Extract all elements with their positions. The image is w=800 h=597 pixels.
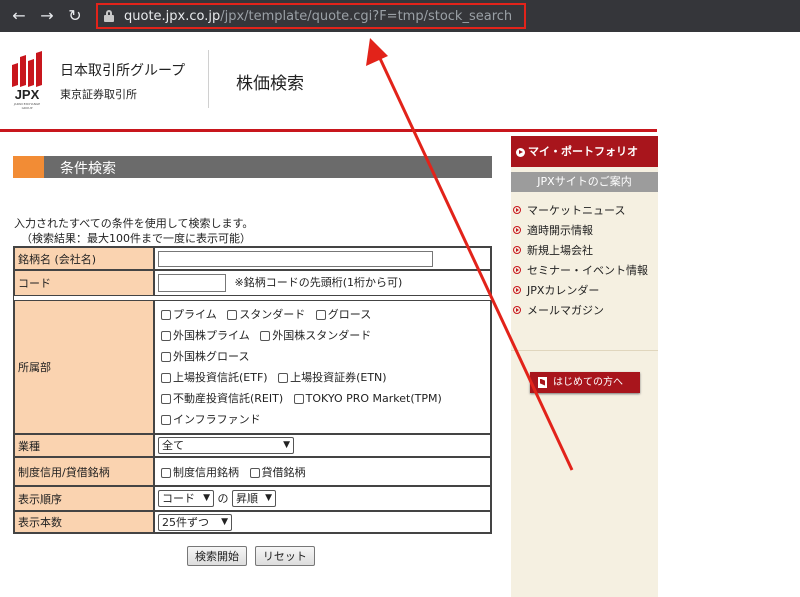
- market-option[interactable]: グロース: [315, 308, 371, 321]
- checkbox[interactable]: [161, 331, 171, 341]
- sidebar-link[interactable]: 新規上場会社: [513, 242, 653, 259]
- market-option[interactable]: 不動産投資信託(REIT): [161, 392, 283, 405]
- chevron-down-icon: ▼: [221, 516, 228, 527]
- market-option[interactable]: 外国株グロース: [161, 350, 249, 363]
- section-header: 条件検索: [13, 156, 492, 178]
- section-header-accent: [13, 156, 44, 178]
- checkbox[interactable]: [260, 331, 271, 341]
- beginner-button[interactable]: はじめての方へ: [530, 372, 640, 393]
- play-circle-icon: [516, 147, 525, 157]
- code-label: コード: [14, 270, 154, 296]
- checkbox[interactable]: [293, 394, 304, 404]
- checkbox[interactable]: [278, 373, 289, 383]
- market-option[interactable]: 上場投資信託(ETF): [161, 371, 268, 384]
- intro-text: 入力されたすべての条件を使用して検索します。: [14, 217, 254, 230]
- header-divider: [208, 50, 209, 108]
- sidebar-guide-heading: JPXサイトのご案内: [511, 172, 658, 192]
- reset-button[interactable]: リセット: [254, 546, 315, 566]
- reload-icon[interactable]: ↻: [64, 5, 86, 27]
- arrow-bullet-icon: [513, 266, 521, 274]
- market-option[interactable]: 外国株スタンダード: [260, 329, 371, 342]
- chevron-down-icon: ▼: [265, 493, 272, 504]
- company-sub: 東京証券取引所: [60, 88, 137, 101]
- intro-note: （検索結果：最大100件まで一度に表示可能）: [21, 232, 251, 245]
- portfolio-button[interactable]: マイ・ポートフォリオTOP: [511, 136, 658, 189]
- header-rule: [0, 129, 657, 132]
- chevron-down-icon: ▼: [203, 493, 210, 504]
- market-option[interactable]: インフラファンド: [161, 413, 261, 426]
- sidebar-link[interactable]: セミナー・イベント情報: [513, 262, 653, 279]
- checkbox[interactable]: [161, 373, 171, 383]
- url-path: /jpx/template/quote.cgi?F=tmp/stock_sear…: [220, 8, 513, 24]
- code-note: ※銘柄コードの先頭桁(1桁から可): [234, 276, 403, 289]
- margin-option[interactable]: 貸借銘柄: [249, 466, 306, 479]
- margin-option[interactable]: 制度信用銘柄: [161, 466, 239, 479]
- market-option[interactable]: 上場投資証券(ETN): [278, 371, 387, 384]
- order-direction-select[interactable]: 昇順 ▼: [232, 490, 276, 508]
- page-title: 株価検索: [236, 74, 304, 94]
- arrow-bullet-icon: [513, 306, 521, 314]
- market-option[interactable]: TOKYO PRO Market(TPM): [293, 392, 442, 405]
- market-option[interactable]: 外国株プライム: [161, 329, 250, 342]
- checkbox[interactable]: [161, 415, 171, 425]
- industry-label: 業種: [14, 434, 154, 457]
- lock-icon: [104, 10, 114, 22]
- checkbox[interactable]: [161, 467, 171, 478]
- section-title: 条件検索: [60, 161, 116, 177]
- order-key-select[interactable]: コード ▼: [158, 490, 214, 508]
- sidebar-link[interactable]: マーケットニュース: [513, 202, 653, 219]
- logo-text: JPX: [14, 87, 40, 102]
- jpx-logo[interactable]: JPX JAPAN EXCHANGE GROUP: [8, 50, 46, 110]
- company-name-input[interactable]: [158, 250, 433, 267]
- company-name-block: 日本取引所グループ 東京証券取引所: [60, 60, 185, 102]
- checkbox[interactable]: [315, 310, 326, 320]
- market-option[interactable]: スタンダード: [227, 308, 305, 321]
- arrow-bullet-icon: [513, 226, 521, 234]
- forward-arrow-icon[interactable]: →: [36, 5, 58, 27]
- sidebar-link[interactable]: JPXカレンダー: [513, 282, 653, 299]
- sidebar-divider: [511, 350, 658, 351]
- form-buttons: 検索開始 リセット: [187, 546, 315, 566]
- beginner-mark-icon: [538, 376, 547, 388]
- sidebar: マイ・ポートフォリオTOP JPXサイトのご案内 マーケットニュース 適時開示情…: [511, 136, 658, 597]
- address-bar[interactable]: quote.jpx.co.jp/jpx/template/quote.cgi?F…: [96, 3, 526, 29]
- chevron-down-icon: ▼: [283, 440, 290, 450]
- browser-toolbar: ← → ↻ quote.jpx.co.jp/jpx/template/quote…: [0, 0, 800, 32]
- checkbox[interactable]: [161, 394, 171, 404]
- logo-subtext: JAPAN EXCHANGE GROUP: [13, 102, 41, 110]
- back-arrow-icon[interactable]: ←: [8, 5, 30, 27]
- logo-mark: [8, 50, 46, 87]
- arrow-bullet-icon: [513, 286, 521, 294]
- order-connector: の: [217, 491, 229, 505]
- market-option[interactable]: プライム: [161, 308, 217, 321]
- company-name: 日本取引所グループ: [60, 63, 186, 79]
- checkbox[interactable]: [249, 467, 260, 478]
- checkbox[interactable]: [161, 310, 171, 320]
- margin-label: 制度信用/貸借銘柄: [14, 457, 154, 486]
- market-label: 所属部: [14, 300, 154, 434]
- arrow-bullet-icon: [513, 246, 521, 254]
- count-select[interactable]: 25件ずつ ▼: [158, 513, 232, 531]
- count-label: 表示本数: [14, 511, 154, 533]
- code-input[interactable]: [158, 274, 226, 292]
- search-button[interactable]: 検索開始: [187, 546, 247, 566]
- checkbox[interactable]: [161, 352, 171, 362]
- name-label: 銘柄名 (会社名): [14, 247, 154, 270]
- url-host: quote.jpx.co.jp: [124, 8, 221, 24]
- sidebar-links: マーケットニュース 適時開示情報 新規上場会社 セミナー・イベント情報 JPXカ…: [513, 202, 653, 322]
- arrow-bullet-icon: [513, 206, 521, 214]
- sidebar-link[interactable]: 適時開示情報: [513, 222, 653, 239]
- order-label: 表示順序: [14, 486, 154, 511]
- checkbox[interactable]: [227, 310, 238, 320]
- sidebar-link[interactable]: メールマガジン: [513, 302, 653, 319]
- industry-select[interactable]: 全て ▼: [158, 437, 294, 454]
- search-form-table: 銘柄名 (会社名) コード ※銘柄コードの先頭桁(1桁から可) 所属部 プライム…: [13, 246, 492, 534]
